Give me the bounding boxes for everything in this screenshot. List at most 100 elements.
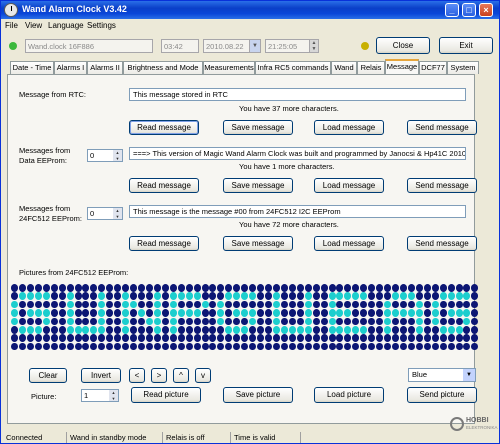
led-pixel[interactable] <box>106 309 114 317</box>
led-pixel[interactable] <box>272 334 280 342</box>
led-pixel[interactable] <box>122 334 130 342</box>
led-pixel[interactable] <box>50 284 58 292</box>
led-pixel[interactable] <box>407 334 415 342</box>
led-pixel[interactable] <box>185 342 193 351</box>
led-pixel[interactable] <box>233 342 241 351</box>
led-pixel[interactable] <box>249 300 257 309</box>
led-pixel[interactable] <box>122 342 130 351</box>
led-pixel[interactable] <box>249 317 257 326</box>
led-pixel[interactable] <box>114 300 122 309</box>
led-pixel[interactable] <box>74 309 82 317</box>
led-pixel[interactable] <box>185 325 193 334</box>
led-pixel[interactable] <box>122 300 130 309</box>
led-pixel[interactable] <box>90 342 98 351</box>
tab-relais[interactable]: Relais <box>357 61 385 74</box>
shift-down-button[interactable]: v <box>195 368 211 383</box>
led-pixel[interactable] <box>98 284 106 292</box>
led-pixel[interactable] <box>193 342 201 351</box>
led-pixel[interactable] <box>447 309 455 317</box>
led-pixel[interactable] <box>265 317 272 326</box>
led-pixel[interactable] <box>439 325 447 334</box>
led-pixel[interactable] <box>201 300 209 309</box>
led-pixel[interactable] <box>138 334 145 342</box>
led-pixel[interactable] <box>288 342 296 351</box>
led-pixel[interactable] <box>360 334 368 342</box>
led-pixel[interactable] <box>455 284 463 292</box>
led-pixel[interactable] <box>407 325 415 334</box>
led-pixel[interactable] <box>439 309 447 317</box>
led-pixel[interactable] <box>423 309 431 317</box>
led-pixel[interactable] <box>185 334 193 342</box>
led-pixel[interactable] <box>34 292 42 300</box>
led-pixel[interactable] <box>344 334 352 342</box>
led-pixel[interactable] <box>18 342 26 351</box>
led-pixel[interactable] <box>336 342 344 351</box>
spin-down-icon[interactable]: ▼ <box>113 155 122 161</box>
led-pixel[interactable] <box>161 334 169 342</box>
led-pixel[interactable] <box>58 300 66 309</box>
led-pixel[interactable] <box>447 292 455 300</box>
led-pixel[interactable] <box>399 342 407 351</box>
led-pixel[interactable] <box>280 342 288 351</box>
led-pixel[interactable] <box>304 317 312 326</box>
led-pixel[interactable] <box>193 284 201 292</box>
tab-brightness-mode[interactable]: Brightness and Mode <box>123 61 203 74</box>
color-select[interactable]: Blue ▼ <box>408 368 476 382</box>
led-pixel[interactable] <box>177 300 185 309</box>
led-pixel[interactable] <box>241 317 249 326</box>
led-pixel[interactable] <box>265 300 272 309</box>
shift-right-button[interactable]: > <box>151 368 167 383</box>
led-pixel[interactable] <box>98 334 106 342</box>
led-pixel[interactable] <box>138 300 145 309</box>
led-pixel[interactable] <box>257 292 265 300</box>
led-pixel[interactable] <box>90 292 98 300</box>
led-pixel[interactable] <box>471 317 479 326</box>
led-pixel[interactable] <box>328 300 336 309</box>
led-pixel[interactable] <box>233 300 241 309</box>
led-pixel[interactable] <box>455 292 463 300</box>
led-pixel[interactable] <box>257 334 265 342</box>
led-pixel[interactable] <box>217 317 225 326</box>
led-pixel[interactable] <box>233 325 241 334</box>
maximize-button[interactable]: □ <box>462 3 476 17</box>
menu-settings[interactable]: Settings <box>87 21 116 30</box>
led-pixel[interactable] <box>122 317 130 326</box>
led-pixel[interactable] <box>376 342 384 351</box>
invert-button[interactable]: Invert <box>81 368 121 383</box>
led-pixel[interactable] <box>336 284 344 292</box>
led-pixel[interactable] <box>177 284 185 292</box>
led-pixel[interactable] <box>209 342 217 351</box>
led-pixel[interactable] <box>233 309 241 317</box>
led-pixel[interactable] <box>399 284 407 292</box>
shift-up-button[interactable]: ^ <box>173 368 189 383</box>
led-pixel[interactable] <box>145 284 153 292</box>
shift-left-button[interactable]: < <box>129 368 145 383</box>
led-pixel[interactable] <box>106 325 114 334</box>
clear-button[interactable]: Clear <box>29 368 67 383</box>
led-pixel[interactable] <box>352 309 360 317</box>
led-pixel[interactable] <box>233 334 241 342</box>
led-pixel[interactable] <box>407 300 415 309</box>
led-pixel[interactable] <box>114 309 122 317</box>
led-pixel[interactable] <box>82 334 90 342</box>
led-pixel[interactable] <box>11 325 18 334</box>
led-pixel[interactable] <box>360 325 368 334</box>
led-pixel[interactable] <box>138 284 145 292</box>
led-pixel[interactable] <box>153 309 161 317</box>
tab-system[interactable]: System <box>447 61 479 74</box>
led-pixel[interactable] <box>257 325 265 334</box>
rtc-read-message-button[interactable]: Read message <box>129 120 199 135</box>
load-picture-button[interactable]: Load picture <box>314 387 384 403</box>
led-pixel[interactable] <box>193 292 201 300</box>
led-pixel[interactable] <box>392 309 399 317</box>
led-pixel[interactable] <box>415 300 423 309</box>
led-pixel[interactable] <box>455 317 463 326</box>
led-pixel[interactable] <box>11 309 18 317</box>
led-pixel[interactable] <box>114 317 122 326</box>
led-pixel[interactable] <box>201 292 209 300</box>
led-pixel[interactable] <box>439 292 447 300</box>
led-pixel[interactable] <box>209 284 217 292</box>
led-pixel[interactable] <box>241 334 249 342</box>
led-pixel[interactable] <box>431 317 439 326</box>
read-picture-button[interactable]: Read picture <box>131 387 201 403</box>
